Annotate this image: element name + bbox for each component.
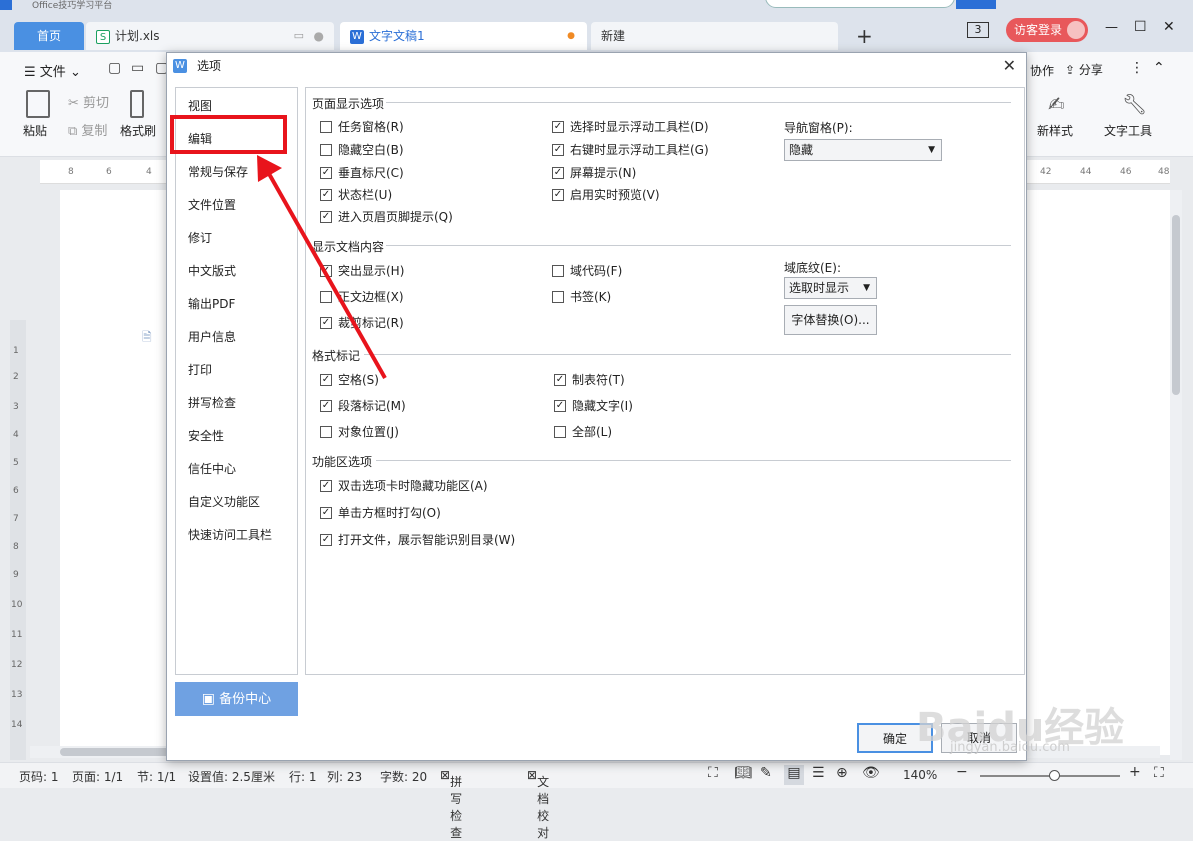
- arrow-shaft: [266, 171, 387, 379]
- annotation-arrow: [257, 155, 387, 379]
- watermark-url: jingyan.baidu.com: [950, 740, 1070, 755]
